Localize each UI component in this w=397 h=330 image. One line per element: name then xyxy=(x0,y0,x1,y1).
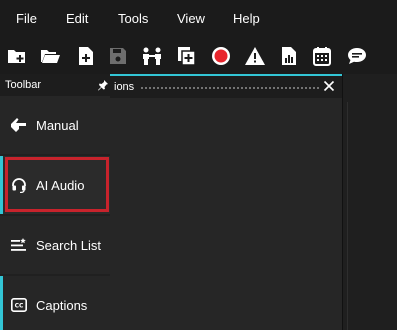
panel-title: ions xyxy=(114,81,135,93)
sidebar-item-manual[interactable]: Manual xyxy=(0,96,110,154)
menu-edit[interactable]: Edit xyxy=(66,11,88,26)
selected-indicator xyxy=(0,156,3,214)
sidebar-title: Toolbar xyxy=(5,79,42,91)
panel-body xyxy=(110,98,342,330)
menu-help[interactable]: Help xyxy=(233,11,260,26)
menu-file[interactable]: File xyxy=(16,11,37,26)
calendar-icon[interactable] xyxy=(311,45,333,67)
icon-toolbar xyxy=(0,38,397,74)
captions-panel: ions xyxy=(110,74,342,330)
close-icon[interactable] xyxy=(322,79,336,93)
sidebar-header: Toolbar xyxy=(0,74,110,96)
record-icon[interactable] xyxy=(210,45,232,67)
right-pane xyxy=(342,74,397,330)
new-file-icon[interactable] xyxy=(75,45,97,67)
sidebar-label-search-list: Search List xyxy=(36,238,102,253)
sidebar-item-ai-audio[interactable]: AI Audio xyxy=(0,156,110,214)
open-folder-icon[interactable] xyxy=(39,45,61,67)
sidebar-item-captions[interactable]: CC Captions xyxy=(0,276,110,330)
menu-tools[interactable]: Tools xyxy=(118,11,148,26)
toolbar-sidebar: Toolbar Manual AI Audio Search List CC C… xyxy=(0,74,110,330)
copy-add-icon[interactable] xyxy=(176,45,198,67)
warning-icon[interactable] xyxy=(244,45,266,67)
svg-text:CC: CC xyxy=(15,303,24,310)
new-folder-icon[interactable] xyxy=(6,45,28,67)
headset-icon xyxy=(9,175,29,195)
drag-handle[interactable] xyxy=(140,86,320,90)
people-icon[interactable] xyxy=(141,45,163,67)
search-list-icon xyxy=(9,235,29,255)
sidebar-label-ai-audio: AI Audio xyxy=(36,178,85,193)
app-window: File Edit Tools View Help Toolbar Manual… xyxy=(0,0,397,330)
captions-icon: CC xyxy=(9,295,29,315)
report-icon[interactable] xyxy=(278,45,300,67)
menu-view[interactable]: View xyxy=(177,11,205,26)
sidebar-item-search-list[interactable]: Search List xyxy=(0,216,110,274)
captions-indicator xyxy=(0,276,3,330)
sidebar-label-manual: Manual xyxy=(36,118,79,133)
chat-icon[interactable] xyxy=(346,45,368,67)
hand-pointer-icon xyxy=(9,115,29,135)
menu-bar: File Edit Tools View Help xyxy=(0,0,397,38)
panel-header[interactable]: ions xyxy=(110,76,342,98)
column-divider xyxy=(347,102,348,330)
save-icon[interactable] xyxy=(107,45,129,67)
pin-icon[interactable] xyxy=(97,78,109,91)
sidebar-label-captions: Captions xyxy=(36,298,88,313)
